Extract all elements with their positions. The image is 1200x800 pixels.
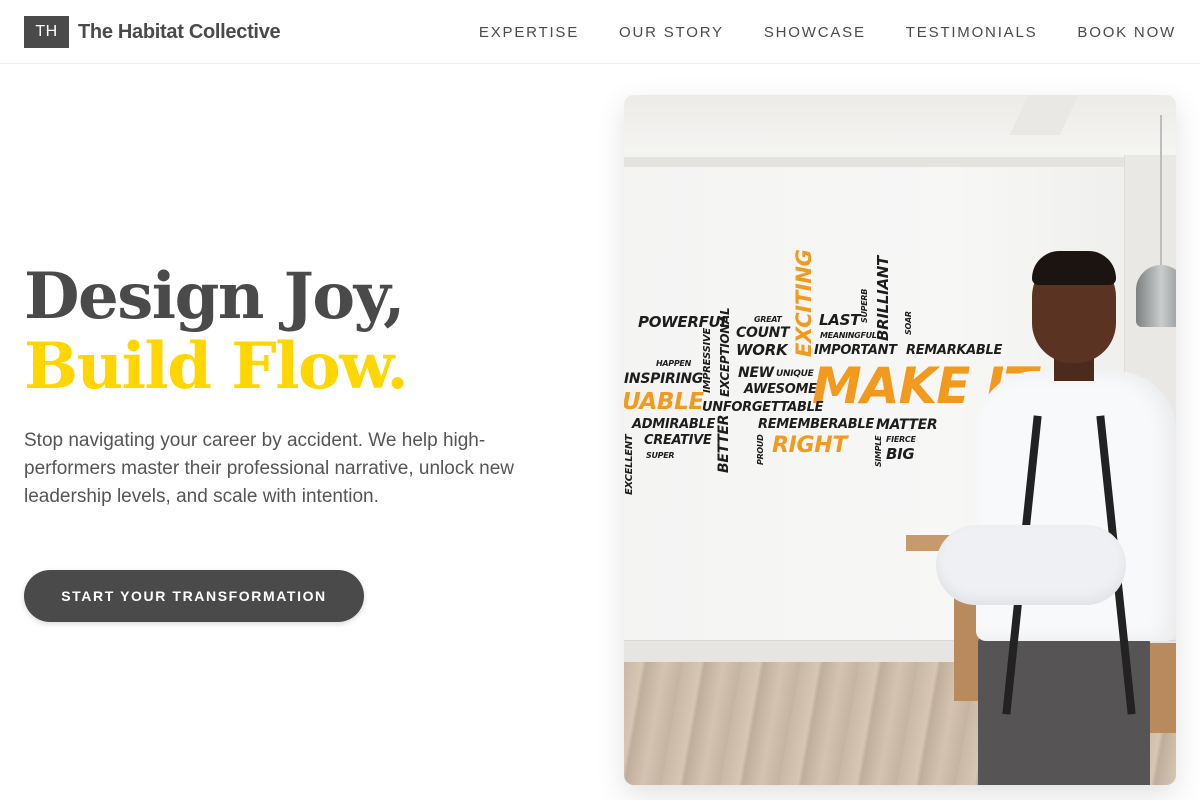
lamp-cord (1160, 115, 1162, 265)
hero-title: Design Joy, Build Flow. (24, 259, 409, 404)
ceiling (624, 95, 1176, 165)
logo-mark: TH (24, 16, 69, 48)
word-super: SUPER (646, 451, 675, 460)
word-powerful: POWERFUL (638, 313, 730, 331)
word-big: BIG (886, 445, 915, 463)
word-last: LAST (819, 311, 861, 329)
word-exciting: EXCITING (792, 249, 816, 357)
word-simple: SIMPLE (874, 435, 883, 467)
word-exceptional: EXCEPTIONAL (718, 307, 732, 397)
nav-link-showcase[interactable]: SHOWCASE (764, 24, 866, 41)
start-transformation-button[interactable]: START YOUR TRANSFORMATION (24, 570, 364, 622)
hero-image: POWERFUL GREAT COUNT WORK EXCITING LAST … (624, 95, 1176, 785)
word-important: IMPORTANT (814, 343, 897, 358)
word-uable: UABLE (624, 389, 704, 415)
nav-link-book-now[interactable]: BOOK NOW (1077, 24, 1176, 41)
nav-link-testimonials[interactable]: TESTIMONIALS (906, 24, 1038, 41)
word-unique: UNIQUE (776, 369, 814, 379)
crossed-arms (936, 525, 1126, 605)
word-impressive: IMPRESSIVE (702, 328, 713, 393)
word-better: BETTER (716, 414, 732, 473)
hero-title-line-2: Build Flow. (24, 329, 409, 404)
word-right: RIGHT (772, 433, 848, 458)
hero-subtitle: Stop navigating your career by accident.… (24, 430, 514, 507)
main-nav: EXPERTISE OUR STORY SHOWCASE TESTIMONIAL… (479, 0, 1176, 64)
word-creative: CREATIVE (644, 433, 712, 448)
word-inspiring: INSPIRING (624, 371, 703, 387)
word-brilliant: BRILLIANT (874, 256, 892, 341)
ceiling-edge (624, 157, 1176, 167)
hero-title-line-1: Design Joy, (24, 259, 405, 334)
word-new: NEW (738, 365, 774, 381)
site-header: TH The Habitat Collective EXPERTISE OUR … (0, 0, 1200, 64)
nav-link-our-story[interactable]: OUR STORY (619, 24, 724, 41)
brand-name: The Habitat Collective (78, 20, 281, 43)
word-superb: SUPERB (860, 288, 869, 323)
word-rememberable: REMEMBERABLE (758, 417, 874, 432)
word-unforgettable: UNFORGETTABLE (702, 400, 824, 415)
nav-link-expertise[interactable]: EXPERTISE (479, 24, 579, 41)
word-happen: HAPPEN (656, 359, 691, 368)
word-admirable: ADMIRABLE (632, 417, 716, 432)
word-excellent: EXCELLENT (624, 434, 635, 495)
brand-logo-link[interactable]: TH The Habitat Collective (24, 16, 281, 48)
word-proud: PROUD (756, 434, 765, 465)
smiling-man-arms-crossed (936, 251, 1176, 785)
hair (1032, 251, 1116, 285)
word-soar: SOAR (904, 311, 913, 335)
word-great: GREAT (754, 315, 782, 324)
word-count: COUNT (736, 325, 790, 341)
word-meaningful: MEANINGFUL (820, 331, 877, 340)
word-work: WORK (736, 341, 788, 359)
word-awesome: AWESOME (744, 382, 817, 397)
word-fierce: FIERCE (886, 435, 916, 444)
word-matter: MATTER (876, 417, 938, 433)
